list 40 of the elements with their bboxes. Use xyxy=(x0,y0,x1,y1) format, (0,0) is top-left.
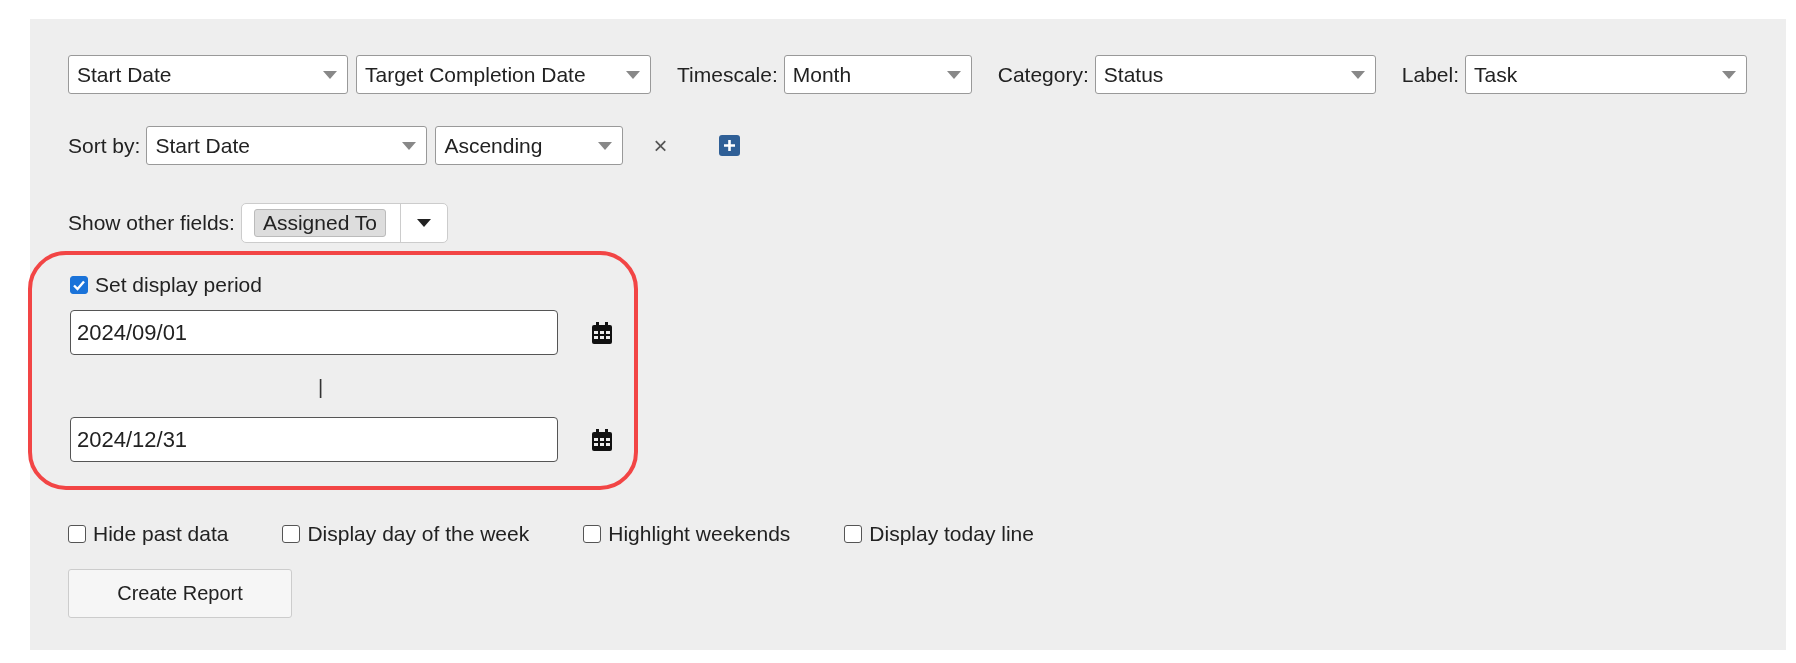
dropdown[interactable]: Month xyxy=(783,55,972,94)
calendar-icon[interactable] xyxy=(592,428,612,451)
dropdown-arrow-icon xyxy=(946,70,961,79)
dropdown[interactable]: Ascending xyxy=(435,126,624,165)
dropdown[interactable]: Task xyxy=(1465,55,1747,94)
checkbox-label: Set display period xyxy=(95,273,262,297)
add-icon[interactable] xyxy=(719,135,741,156)
dropdown[interactable]: Start Date xyxy=(68,55,348,94)
checkbox[interactable] xyxy=(583,525,602,543)
remove-icon[interactable]: × xyxy=(653,131,668,160)
field-label: Show other fields: xyxy=(68,211,235,235)
dropdown[interactable]: Start Date xyxy=(146,126,428,165)
dropdown-arrow-icon xyxy=(598,141,613,150)
multi-select[interactable]: Assigned To xyxy=(240,203,448,243)
field-label: Sort by: xyxy=(68,133,141,158)
checkbox[interactable] xyxy=(70,276,88,294)
field-label: Category: xyxy=(997,62,1089,87)
date-field[interactable]: 2024/09/01 xyxy=(70,310,558,355)
checkbox[interactable] xyxy=(68,525,86,543)
calendar-icon[interactable] xyxy=(592,321,612,344)
dropdown-arrow-icon xyxy=(402,141,417,150)
field-label: Label: xyxy=(1401,62,1459,87)
checkbox-label: Display today line xyxy=(869,522,1034,546)
checkbox[interactable] xyxy=(282,525,301,543)
field-chip[interactable]: Assigned To xyxy=(253,209,386,237)
range-separator: | xyxy=(318,375,325,399)
dropdown-arrow-icon xyxy=(1350,70,1365,79)
dropdown-arrow-icon xyxy=(626,70,640,79)
checkbox-label: Hide past data xyxy=(93,522,229,546)
dropdown-arrow-icon xyxy=(323,70,337,79)
dropdown[interactable]: Status xyxy=(1094,55,1376,94)
checkbox-label: Highlight weekends xyxy=(608,522,791,546)
field-label: Timescale: xyxy=(677,62,778,87)
dropdown-arrow-icon xyxy=(1722,70,1736,79)
date-field[interactable]: 2024/12/31 xyxy=(70,417,558,462)
dropdown[interactable]: Target Completion Date xyxy=(356,55,651,94)
caret-icon[interactable] xyxy=(416,219,431,227)
create-report-button[interactable]: Create Report xyxy=(68,569,292,618)
checkbox[interactable] xyxy=(844,525,863,543)
checkbox-label: Display day of the week xyxy=(307,522,530,546)
